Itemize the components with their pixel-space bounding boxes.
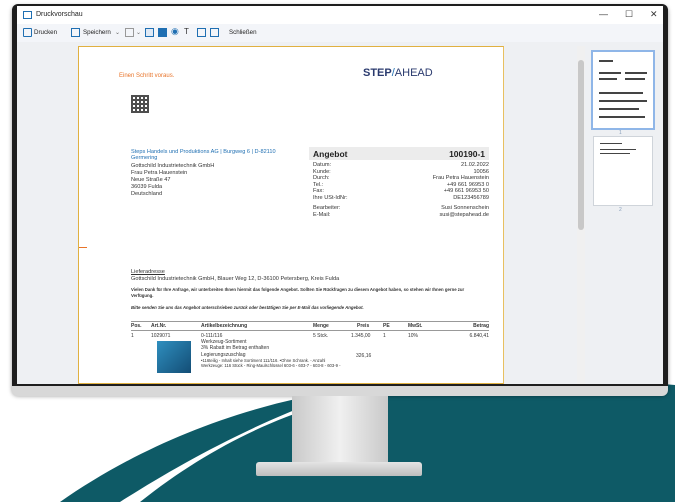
- row-zuschlag: 326,16: [356, 353, 372, 359]
- scrollbar-thumb[interactable]: [578, 60, 584, 230]
- vertical-scrollbar[interactable]: [577, 46, 585, 384]
- company-logo: STEP/AHEAD: [363, 67, 433, 79]
- table-row: 1 1029071 0-111/116 Werkzeug-Sortiment 3…: [131, 333, 489, 384]
- recipient-line: 36039 Fulda: [131, 184, 163, 190]
- row-art-nr: 1029071: [151, 333, 171, 339]
- product-image: [157, 341, 191, 373]
- fold-mark: [79, 247, 87, 248]
- print-options-chevron-icon[interactable]: ⌄: [136, 29, 141, 36]
- info-label: Durch:: [313, 175, 330, 181]
- two-page-view-icon[interactable]: [158, 28, 167, 37]
- screen: Druckvorschau — ☐ ✕ Drucken Speichern ⌄ …: [17, 6, 663, 384]
- text-tool-icon[interactable]: T: [184, 27, 193, 36]
- info-label: Datum:: [313, 162, 332, 168]
- printer-icon[interactable]: [23, 28, 32, 37]
- toolbar: Drucken Speichern ⌄ ⌄ ◉ T Schließen: [17, 24, 663, 43]
- recipient-line: Deutschland: [131, 191, 163, 197]
- row-menge: 5 Stck.: [313, 333, 329, 339]
- print-button[interactable]: Drucken: [34, 29, 57, 36]
- title-bar: Druckvorschau — ☐ ✕: [17, 6, 663, 24]
- info-label: Kunde:: [313, 168, 331, 175]
- recipient-address: Gottschild Industrietechnik GmbH Frau Pe…: [131, 163, 214, 198]
- print-options-icon[interactable]: [125, 28, 134, 37]
- delivery-address: Gottschild Industrietechnik GmbH, Blauer…: [131, 276, 340, 282]
- window-title: Druckvorschau: [36, 11, 83, 18]
- row-pe: 1: [383, 333, 386, 339]
- info-value: DE123456789: [453, 194, 489, 201]
- print-preview-icon: [23, 11, 32, 19]
- sender-city: Germering: [131, 155, 158, 161]
- page-thumbnail-1[interactable]: 1: [591, 50, 655, 136]
- monitor-chin: [12, 386, 668, 396]
- info-label: Tel.:: [313, 181, 324, 188]
- table-header: Pos. Art.Nr. Artikelbezeichnung Menge Pr…: [131, 321, 489, 331]
- column-header: MwSt.: [408, 323, 423, 329]
- contact-label: E-Mail:: [313, 211, 331, 218]
- page-thumbnail-2[interactable]: 2: [593, 136, 653, 213]
- row-betrag: 6.840,41: [469, 333, 489, 339]
- recipient-line: Gottschild Industrietechnik GmbH: [131, 163, 215, 169]
- fit-page-icon[interactable]: [197, 28, 206, 37]
- qr-code-icon: [131, 95, 149, 113]
- single-page-view-icon[interactable]: [145, 28, 154, 37]
- preview-workspace: Einen Schritt voraus. STEP/AHEAD Steps H…: [17, 42, 663, 384]
- logo-step: STEP: [363, 67, 392, 79]
- info-label: Fax:: [313, 188, 324, 194]
- tagline: Einen Schritt voraus.: [119, 73, 175, 79]
- search-binoculars-icon[interactable]: ◉: [171, 26, 180, 36]
- close-window-button[interactable]: ✕: [650, 9, 658, 20]
- column-header: Art.Nr.: [151, 323, 167, 329]
- row-mwst: 10%: [408, 333, 419, 339]
- document-page: Einen Schritt voraus. STEP/AHEAD Steps H…: [78, 46, 504, 384]
- offer-number: 100190-1: [449, 149, 485, 159]
- column-header: Artikelbezeichnung: [201, 323, 248, 329]
- column-header: Preis: [357, 323, 370, 329]
- intro-text: Vielen Dank für Ihre Anfrage, wir unterb…: [131, 287, 465, 298]
- recipient-line: Frau Petra Hauenstein: [131, 170, 188, 176]
- offer-title: Angebot: [313, 149, 348, 159]
- maximize-button[interactable]: ☐: [625, 9, 633, 20]
- save-dropdown-chevron-icon[interactable]: ⌄: [115, 29, 120, 36]
- intro-note: Bitte senden Sie uns das Angebot untersc…: [131, 305, 364, 310]
- row-preis: 1.345,00: [351, 333, 371, 339]
- save-button[interactable]: Speichern: [83, 29, 111, 36]
- monitor-stand: [292, 396, 388, 466]
- recipient-line: Neue Straße 47: [131, 177, 171, 183]
- minimize-button[interactable]: —: [599, 9, 608, 19]
- offer-info: Datum: 21.02.2022 Kunde: 10056 Durch: Frau …: [313, 162, 489, 218]
- close-preview-button[interactable]: Schließen: [229, 29, 257, 36]
- thumbnail-panel: 1 2: [585, 42, 663, 384]
- desc-line: Werkzeuge: 116 Stück - Ring-Maulschlüsse…: [201, 362, 341, 368]
- logo-ahead: AHEAD: [394, 67, 433, 79]
- contact-value: susi@stepahead.de: [439, 211, 489, 218]
- monitor-base: [256, 462, 422, 476]
- row-pos: 1: [131, 333, 134, 339]
- offer-header: Angebot 100190-1: [309, 147, 489, 160]
- column-header: Pos.: [131, 323, 142, 329]
- column-header: Betrag: [473, 323, 489, 329]
- contact-label: Bearbeiter:: [313, 205, 341, 211]
- save-icon[interactable]: [71, 28, 80, 37]
- column-header: Menge: [313, 323, 329, 329]
- fit-width-icon[interactable]: [210, 28, 219, 37]
- thumbnail-page-number: 2: [619, 207, 622, 213]
- info-label: Ihre USt-IdNr:: [313, 194, 348, 201]
- column-header: PE: [383, 323, 390, 329]
- delivery-heading: Lieferadresse: [131, 269, 165, 275]
